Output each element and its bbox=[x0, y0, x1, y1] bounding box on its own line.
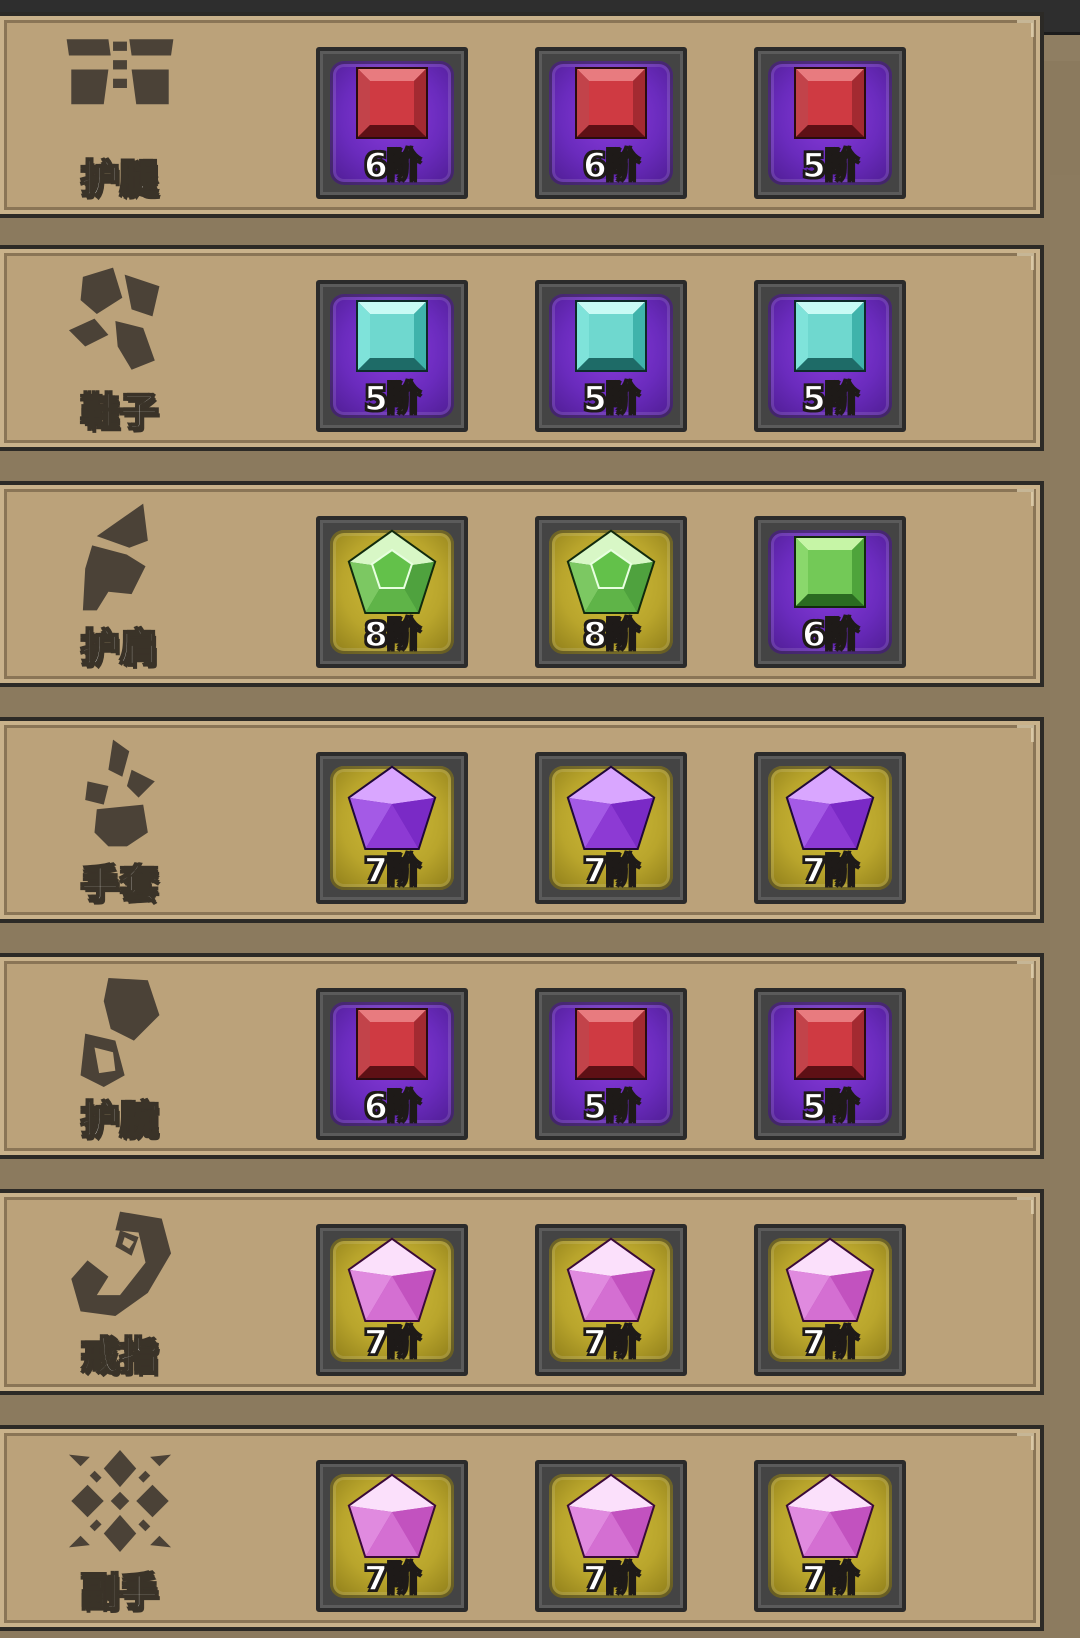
gem-slot[interactable]: 7阶 bbox=[316, 1460, 468, 1612]
equipment-row: 手套 7阶 7阶 7阶 bbox=[0, 717, 1044, 923]
equipment-row: 副手 7阶 7阶 7阶 bbox=[0, 1425, 1044, 1631]
gem-slot[interactable]: 7阶 bbox=[316, 1224, 468, 1376]
gem-slot[interactable]: 5阶 bbox=[754, 280, 906, 432]
gem-slot[interactable]: 7阶 bbox=[316, 752, 468, 904]
equipment-row: 戒指 7阶 7阶 7阶 bbox=[0, 1189, 1044, 1395]
leggings-icon bbox=[62, 30, 178, 146]
equipment-row: 护腕 6阶 5阶 5阶 bbox=[0, 953, 1044, 1159]
gem-tier-label: 7阶 bbox=[801, 1558, 859, 1600]
gem-slot[interactable]: 6阶 bbox=[316, 47, 468, 199]
gem-slot[interactable]: 7阶 bbox=[535, 1224, 687, 1376]
gem-slot[interactable]: 7阶 bbox=[535, 752, 687, 904]
gem-slot[interactable]: 5阶 bbox=[754, 47, 906, 199]
gem-tier-label: 5阶 bbox=[801, 145, 859, 187]
gem-tier-label: 8阶 bbox=[582, 614, 640, 656]
gem-slot[interactable]: 7阶 bbox=[535, 1460, 687, 1612]
gem-slot[interactable]: 6阶 bbox=[535, 47, 687, 199]
gem-tier-label: 6阶 bbox=[801, 614, 859, 656]
slot-label: 副手 bbox=[80, 1569, 159, 1615]
slot-label: 护腕 bbox=[80, 1097, 159, 1143]
gem-tier-label: 6阶 bbox=[363, 1086, 421, 1128]
gem-tier-label: 6阶 bbox=[582, 145, 640, 187]
slot-label: 戒指 bbox=[80, 1333, 159, 1379]
gem-slot[interactable]: 6阶 bbox=[754, 516, 906, 668]
gem-slot[interactable]: 7阶 bbox=[754, 1460, 906, 1612]
shoulder-icon bbox=[62, 499, 178, 615]
gem-tier-label: 7阶 bbox=[363, 1322, 421, 1364]
gem-tier-label: 7阶 bbox=[801, 1322, 859, 1364]
gem-tier-label: 7阶 bbox=[363, 850, 421, 892]
gem-tier-label: 5阶 bbox=[801, 1086, 859, 1128]
offhand-icon bbox=[62, 1443, 178, 1559]
gem-tier-label: 7阶 bbox=[582, 1322, 640, 1364]
slot-label: 手套 bbox=[80, 861, 159, 907]
gem-tier-label: 7阶 bbox=[582, 850, 640, 892]
gem-slot[interactable]: 5阶 bbox=[754, 988, 906, 1140]
gem-slot[interactable]: 7阶 bbox=[754, 752, 906, 904]
gem-tier-label: 5阶 bbox=[582, 1086, 640, 1128]
gem-slot[interactable]: 8阶 bbox=[535, 516, 687, 668]
gem-slot[interactable]: 6阶 bbox=[316, 988, 468, 1140]
gem-tier-label: 7阶 bbox=[363, 1558, 421, 1600]
slot-label: 护肩 bbox=[80, 625, 159, 671]
gem-tier-label: 5阶 bbox=[582, 378, 640, 420]
gem-tier-label: 5阶 bbox=[363, 378, 421, 420]
gem-tier-label: 6阶 bbox=[363, 145, 421, 187]
gem-tier-label: 5阶 bbox=[801, 378, 859, 420]
slot-label: 鞋子 bbox=[80, 389, 159, 435]
gem-tier-label: 7阶 bbox=[582, 1558, 640, 1600]
gem-tier-label: 8阶 bbox=[363, 614, 421, 656]
gem-slot[interactable]: 5阶 bbox=[535, 988, 687, 1140]
equipment-row: 护腿 6阶 6阶 5阶 bbox=[0, 12, 1044, 218]
gem-slot[interactable]: 7阶 bbox=[754, 1224, 906, 1376]
gem-slot[interactable]: 8阶 bbox=[316, 516, 468, 668]
ring-icon bbox=[62, 1207, 178, 1323]
equipment-row: 护肩 8阶 8阶 6阶 bbox=[0, 481, 1044, 687]
gem-slot[interactable]: 5阶 bbox=[535, 280, 687, 432]
bracer-icon bbox=[62, 971, 178, 1087]
gloves-icon bbox=[62, 735, 178, 851]
equipment-row: 鞋子 5阶 5阶 5阶 bbox=[0, 245, 1044, 451]
boots-icon bbox=[62, 263, 178, 379]
gem-tier-label: 7阶 bbox=[801, 850, 859, 892]
scroll-track[interactable] bbox=[1050, 175, 1080, 1638]
gem-slot[interactable]: 5阶 bbox=[316, 280, 468, 432]
slot-label: 护腿 bbox=[80, 156, 159, 202]
